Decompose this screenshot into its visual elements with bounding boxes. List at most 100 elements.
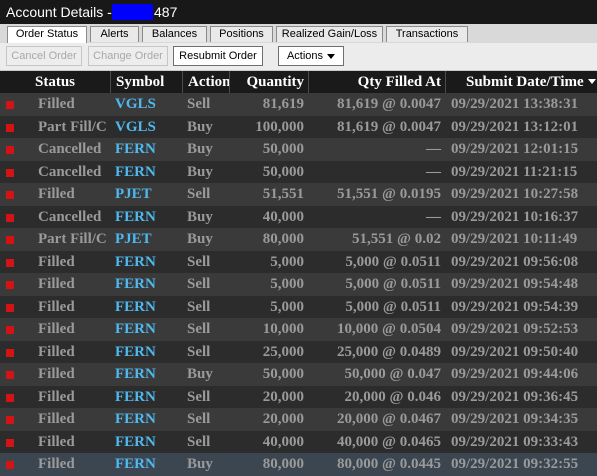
cell-submit-date-time: 09/29/2021 09:54:48 bbox=[451, 276, 579, 292]
cell-action: Sell bbox=[187, 433, 211, 450]
table-row-selected[interactable]: Filled FERN Buy 80,000 80,000 @ 0.0445 0… bbox=[0, 453, 597, 476]
tab-strip: Order Status Alerts Balances Positions R… bbox=[0, 24, 597, 43]
cell-qty-filled-at: 51,551 @ 0.02 bbox=[352, 231, 441, 247]
order-toolbar: Cancel Order Change Order Resubmit Order… bbox=[0, 43, 597, 71]
cell-action: Buy bbox=[187, 231, 213, 247]
table-row[interactable]: Part Fill/C PJET Buy 80,000 51,551 @ 0.0… bbox=[0, 228, 597, 251]
cell-status: Filled bbox=[38, 411, 75, 427]
cell-symbol: FERN bbox=[115, 276, 156, 292]
cell-symbol: FERN bbox=[115, 321, 156, 337]
cell-symbol: FERN bbox=[115, 141, 156, 157]
table-row[interactable]: Filled FERN Sell 5,000 5,000 @ 0.0511 09… bbox=[0, 250, 597, 273]
change-order-button[interactable]: Change Order bbox=[88, 46, 168, 66]
orders-table: Status Symbol Action Quantity Qty Filled… bbox=[0, 71, 597, 476]
cell-quantity: 20,000 bbox=[262, 411, 304, 427]
cancel-order-button[interactable]: Cancel Order bbox=[6, 46, 82, 66]
table-row[interactable]: Filled FERN Sell 10,000 10,000 @ 0.0504 … bbox=[0, 318, 597, 341]
cell-submit-date-time: 09/29/2021 09:50:40 bbox=[451, 343, 579, 360]
table-row[interactable]: Filled FERN Sell 20,000 20,000 @ 0.046 0… bbox=[0, 385, 597, 408]
cell-qty-filled-at: 20,000 @ 0.0467 bbox=[337, 411, 441, 427]
window-titlebar: Account Details - 487 bbox=[0, 0, 597, 24]
cell-quantity: 81,619 bbox=[262, 96, 304, 112]
cell-symbol: FERN bbox=[115, 388, 156, 405]
table-row[interactable]: Part Fill/C VGLS Buy 100,000 81,619 @ 0.… bbox=[0, 115, 597, 138]
table-row[interactable]: Cancelled FERN Buy 40,000 — 09/29/2021 1… bbox=[0, 205, 597, 228]
column-header-submit-date-time[interactable]: Submit Date/Time bbox=[445, 71, 597, 93]
column-header-quantity[interactable]: Quantity bbox=[229, 71, 308, 93]
cell-qty-filled-at: — bbox=[426, 141, 441, 157]
cell-submit-date-time: 09/29/2021 09:36:45 bbox=[451, 388, 579, 405]
tab-positions[interactable]: Positions bbox=[210, 26, 273, 42]
cell-status: Filled bbox=[38, 433, 75, 450]
cell-qty-filled-at: 20,000 @ 0.046 bbox=[344, 388, 441, 405]
cell-submit-date-time: 09/29/2021 09:44:06 bbox=[451, 366, 579, 382]
cell-symbol: FERN bbox=[115, 456, 156, 472]
cell-submit-date-time: 09/29/2021 10:11:49 bbox=[451, 231, 578, 247]
cell-quantity: 40,000 bbox=[262, 208, 304, 225]
cell-symbol: FERN bbox=[115, 433, 156, 450]
cell-submit-date-time: 09/29/2021 09:56:08 bbox=[451, 253, 579, 270]
account-number-suffix: 487 bbox=[154, 4, 178, 20]
tab-balances[interactable]: Balances bbox=[142, 26, 207, 42]
cell-qty-filled-at: 80,000 @ 0.0445 bbox=[337, 456, 441, 472]
cell-action: Buy bbox=[187, 456, 213, 472]
cell-status: Filled bbox=[38, 186, 75, 202]
tab-transactions[interactable]: Transactions bbox=[386, 26, 468, 42]
table-row[interactable]: Filled FERN Sell 25,000 25,000 @ 0.0489 … bbox=[0, 340, 597, 363]
cell-action: Sell bbox=[187, 186, 211, 202]
cell-action: Buy bbox=[187, 141, 213, 157]
cell-symbol: FERN bbox=[115, 411, 156, 427]
cell-action: Sell bbox=[187, 298, 211, 315]
column-header-qty-filled-at[interactable]: Qty Filled At bbox=[308, 71, 445, 93]
table-row[interactable]: Cancelled FERN Buy 50,000 — 09/29/2021 1… bbox=[0, 138, 597, 161]
cell-symbol: FERN bbox=[115, 298, 156, 315]
cell-symbol: PJET bbox=[115, 186, 152, 202]
cell-quantity: 51,551 bbox=[262, 186, 304, 202]
cell-action: Buy bbox=[187, 163, 213, 180]
cell-qty-filled-at: 81,619 @ 0.0047 bbox=[337, 96, 441, 112]
table-row[interactable]: Filled FERN Sell 20,000 20,000 @ 0.0467 … bbox=[0, 408, 597, 431]
window-title: Account Details - bbox=[6, 4, 112, 20]
table-body: Filled VGLS Sell 81,619 81,619 @ 0.0047 … bbox=[0, 93, 597, 476]
cell-qty-filled-at: 5,000 @ 0.0511 bbox=[345, 298, 441, 315]
cell-status: Cancelled bbox=[38, 141, 102, 157]
column-header-symbol[interactable]: Symbol bbox=[110, 71, 182, 93]
cell-quantity: 50,000 bbox=[262, 366, 304, 382]
cell-status: Filled bbox=[38, 276, 75, 292]
cell-quantity: 25,000 bbox=[262, 343, 304, 360]
column-header-action[interactable]: Action bbox=[182, 71, 229, 93]
table-row[interactable]: Filled FERN Sell 5,000 5,000 @ 0.0511 09… bbox=[0, 295, 597, 318]
cell-status: Filled bbox=[38, 366, 75, 382]
cell-quantity: 50,000 bbox=[262, 141, 304, 157]
table-row[interactable]: Filled FERN Sell 5,000 5,000 @ 0.0511 09… bbox=[0, 273, 597, 296]
column-header-status[interactable]: Status bbox=[0, 71, 110, 93]
cell-submit-date-time: 09/29/2021 12:01:15 bbox=[451, 141, 579, 157]
resubmit-order-button[interactable]: Resubmit Order bbox=[173, 46, 263, 66]
actions-dropdown-button[interactable]: Actions bbox=[278, 46, 344, 66]
cell-submit-date-time: 09/29/2021 10:16:37 bbox=[451, 208, 579, 225]
cell-status: Filled bbox=[38, 253, 75, 270]
tab-alerts[interactable]: Alerts bbox=[90, 26, 139, 42]
cell-quantity: 100,000 bbox=[255, 118, 304, 135]
table-row[interactable]: Filled VGLS Sell 81,619 81,619 @ 0.0047 … bbox=[0, 93, 597, 116]
cell-status: Cancelled bbox=[38, 208, 102, 225]
tab-realized-gain-loss[interactable]: Realized Gain/Loss bbox=[276, 26, 383, 42]
cell-action: Sell bbox=[187, 411, 211, 427]
cell-action: Sell bbox=[187, 96, 211, 112]
cell-submit-date-time: 09/29/2021 09:32:55 bbox=[451, 456, 579, 472]
cell-submit-date-time: 09/29/2021 09:52:53 bbox=[451, 321, 579, 337]
table-row[interactable]: Filled FERN Sell 40,000 40,000 @ 0.0465 … bbox=[0, 430, 597, 453]
caret-down-icon bbox=[327, 53, 336, 59]
cell-status: Cancelled bbox=[38, 163, 102, 180]
tab-order-status[interactable]: Order Status bbox=[7, 26, 87, 43]
redacted-account-mask bbox=[112, 4, 153, 20]
table-row[interactable]: Filled FERN Buy 50,000 50,000 @ 0.047 09… bbox=[0, 363, 597, 386]
cell-symbol: FERN bbox=[115, 366, 156, 382]
cell-qty-filled-at: — bbox=[426, 208, 441, 225]
table-row[interactable]: Cancelled FERN Buy 50,000 — 09/29/2021 1… bbox=[0, 160, 597, 183]
cell-status: Filled bbox=[38, 456, 75, 472]
cell-status: Filled bbox=[38, 343, 75, 360]
table-row[interactable]: Filled PJET Sell 51,551 51,551 @ 0.0195 … bbox=[0, 183, 597, 206]
cell-action: Sell bbox=[187, 276, 211, 292]
cell-qty-filled-at: 10,000 @ 0.0504 bbox=[337, 321, 441, 337]
